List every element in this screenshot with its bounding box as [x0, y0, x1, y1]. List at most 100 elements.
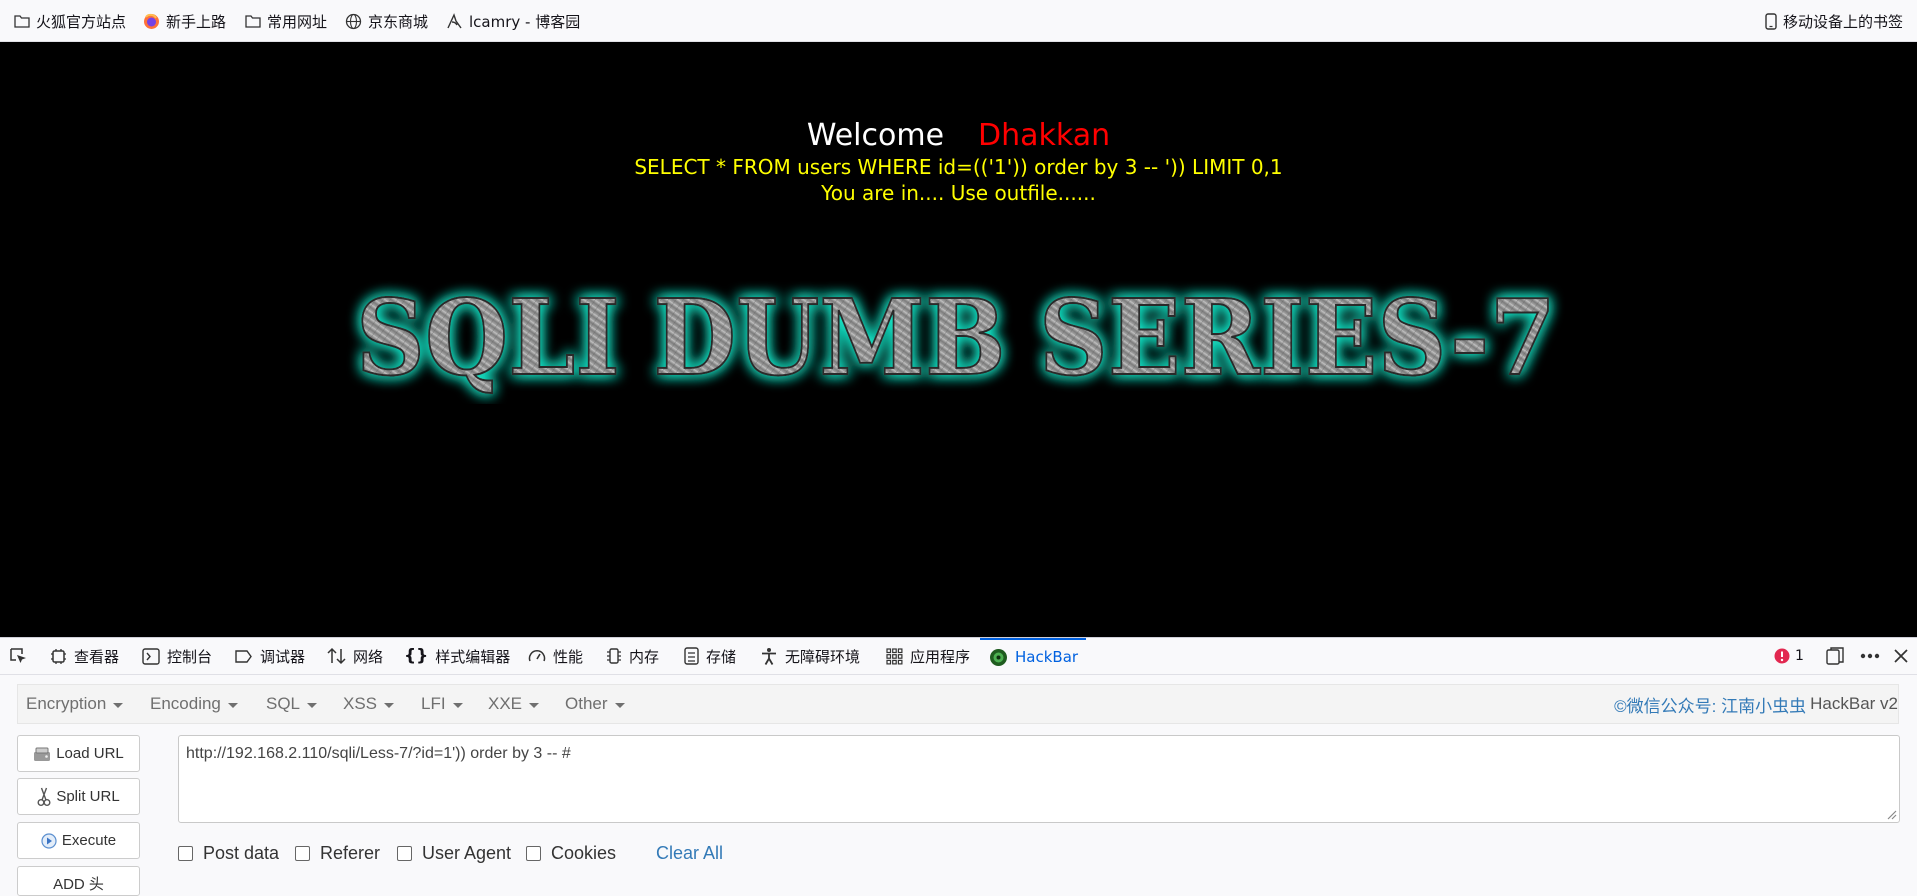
tab-application[interactable]: 应用程序 — [886, 638, 970, 674]
close-devtools-button[interactable] — [1894, 638, 1908, 674]
element-picker-button[interactable] — [8, 638, 35, 674]
hackbar-credit: ©微信公众号: 江南小虫虫 HackBar v2 — [1614, 685, 1898, 723]
bookmark-jd[interactable]: 京东商城 — [345, 0, 428, 42]
firefox-icon — [144, 13, 159, 29]
devtools-panel: 查看器 控制台 调试器 网络 {} 样式编辑器 性能 内存 存储 无障碍环境 应… — [0, 637, 1917, 896]
checkbox-box[interactable] — [526, 845, 541, 861]
bookmark-label: 新手上路 — [166, 12, 227, 31]
post-data-checkbox[interactable]: Post data — [178, 840, 279, 866]
button-label: Split URL — [56, 788, 120, 805]
inspector-icon — [51, 648, 66, 664]
tab-hackbar[interactable]: HackBar — [980, 638, 1086, 674]
checkbox-box[interactable] — [295, 845, 310, 861]
bookmark-common-sites[interactable]: 常用网址 — [245, 0, 327, 42]
execute-button[interactable]: Execute — [17, 822, 140, 859]
button-label: Load URL — [56, 745, 124, 762]
tab-label: 控制台 — [167, 647, 213, 666]
tab-label: 应用程序 — [910, 647, 971, 666]
bookmark-label: lcamry - 博客园 — [469, 12, 581, 31]
tab-label: 无障碍环境 — [785, 647, 861, 666]
tab-label: 调试器 — [260, 647, 306, 666]
hackbar-version: HackBar v2 — [1810, 694, 1898, 713]
error-count-badge[interactable]: 1 — [1774, 638, 1804, 674]
resize-grip-icon[interactable] — [1885, 808, 1897, 820]
tab-label: 存储 — [706, 647, 737, 666]
tab-label: 样式编辑器 — [435, 647, 511, 666]
menu-lfi[interactable]: LFI — [421, 685, 463, 723]
tab-style-editor[interactable]: {} 样式编辑器 — [404, 638, 510, 674]
bookmark-label: 常用网址 — [267, 12, 328, 31]
folder-icon — [245, 15, 261, 28]
caret-down-icon — [307, 702, 318, 708]
menu-encryption[interactable]: Encryption — [26, 685, 124, 723]
add-header-button[interactable]: ADD 头 — [17, 866, 140, 896]
url-value: http://192.168.2.110/sqli/Less-7/?id=1')… — [186, 745, 571, 762]
hackbar-icon — [990, 648, 1007, 666]
menu-xxe[interactable]: XXE — [488, 685, 540, 723]
bookmark-getting-started[interactable]: 新手上路 — [143, 0, 226, 42]
bookmark-mobile[interactable]: 移动设备上的书签 — [1765, 0, 1903, 42]
caret-down-icon — [452, 702, 463, 708]
clear-all-link[interactable]: Clear All — [656, 840, 723, 866]
element-picker-icon — [10, 648, 26, 663]
menu-label: XSS — [343, 694, 378, 713]
play-icon — [41, 832, 57, 849]
dock-button[interactable] — [1826, 638, 1844, 674]
tab-label: 内存 — [629, 647, 660, 666]
cookies-checkbox[interactable]: Cookies — [526, 840, 616, 866]
tab-label: 性能 — [553, 647, 584, 666]
menu-label: SQL — [266, 694, 301, 713]
sql-query-text: SELECT * FROM users WHERE id=(('1')) ord… — [634, 155, 1283, 179]
menu-label: Other — [565, 694, 608, 713]
menu-label: XXE — [488, 694, 523, 713]
accessibility-icon — [762, 647, 776, 665]
bookmark-label: 火狐官方站点 — [36, 12, 127, 31]
load-url-icon — [34, 747, 51, 761]
globe-icon — [345, 13, 362, 29]
referer-checkbox[interactable]: Referer — [295, 840, 380, 866]
page-viewport: Welcome Dhakkan SELECT * FROM users WHERE… — [0, 42, 1917, 637]
credit-link[interactable]: ©微信公众号: 江南小虫虫 — [1614, 692, 1806, 717]
load-url-button[interactable]: Load URL — [17, 735, 140, 772]
menu-other[interactable]: Other — [565, 685, 625, 723]
menu-sql[interactable]: SQL — [266, 685, 318, 723]
ellipsis-icon — [1860, 653, 1880, 659]
menu-label: Encryption — [26, 694, 107, 713]
bookmark-label: 京东商城 — [368, 12, 429, 31]
tab-network[interactable]: 网络 — [327, 638, 383, 674]
style-editor-icon: {} — [404, 646, 429, 666]
console-icon — [142, 647, 160, 665]
split-url-button[interactable]: Split URL — [17, 778, 140, 815]
menu-label: Encoding — [150, 694, 221, 713]
tab-console[interactable]: 控制台 — [142, 638, 212, 674]
mobile-device-icon — [1765, 12, 1777, 30]
tab-debugger[interactable]: 调试器 — [234, 638, 305, 674]
memory-icon — [607, 648, 621, 664]
bookmark-lcamry[interactable]: lcamry - 博客园 — [446, 0, 580, 42]
menu-encoding[interactable]: Encoding — [150, 685, 238, 723]
error-count: 1 — [1795, 648, 1804, 664]
tab-performance[interactable]: 性能 — [528, 638, 583, 674]
menu-xss[interactable]: XSS — [343, 685, 395, 723]
tab-accessibility[interactable]: 无障碍环境 — [760, 638, 860, 674]
site-icon — [447, 12, 462, 28]
button-label: ADD 头 — [53, 876, 104, 893]
more-options-button[interactable] — [1860, 638, 1880, 674]
network-icon — [327, 647, 346, 665]
performance-icon — [528, 650, 546, 662]
url-textarea[interactable]: http://192.168.2.110/sqli/Less-7/?id=1')… — [178, 735, 1900, 823]
checkbox-label: User Agent — [422, 842, 512, 863]
sqli-dumb-series-banner: SQLI DUMB SERIES-7 — [355, 275, 1557, 400]
bookmark-firefox-official[interactable]: 火狐官方站点 — [14, 0, 126, 42]
user-agent-checkbox[interactable]: User Agent — [397, 840, 511, 866]
tab-inspector[interactable]: 查看器 — [50, 638, 119, 674]
tab-storage[interactable]: 存储 — [684, 638, 736, 674]
checkbox-box[interactable] — [397, 845, 412, 861]
debugger-icon — [235, 649, 252, 663]
checkbox-label: Referer — [320, 842, 381, 863]
tab-memory[interactable]: 内存 — [606, 638, 659, 674]
tab-label: 查看器 — [74, 647, 120, 666]
status-message: You are in.... Use outfile...... — [821, 181, 1096, 205]
checkbox-box[interactable] — [178, 845, 193, 861]
welcome-line: Welcome Dhakkan — [0, 118, 1917, 153]
